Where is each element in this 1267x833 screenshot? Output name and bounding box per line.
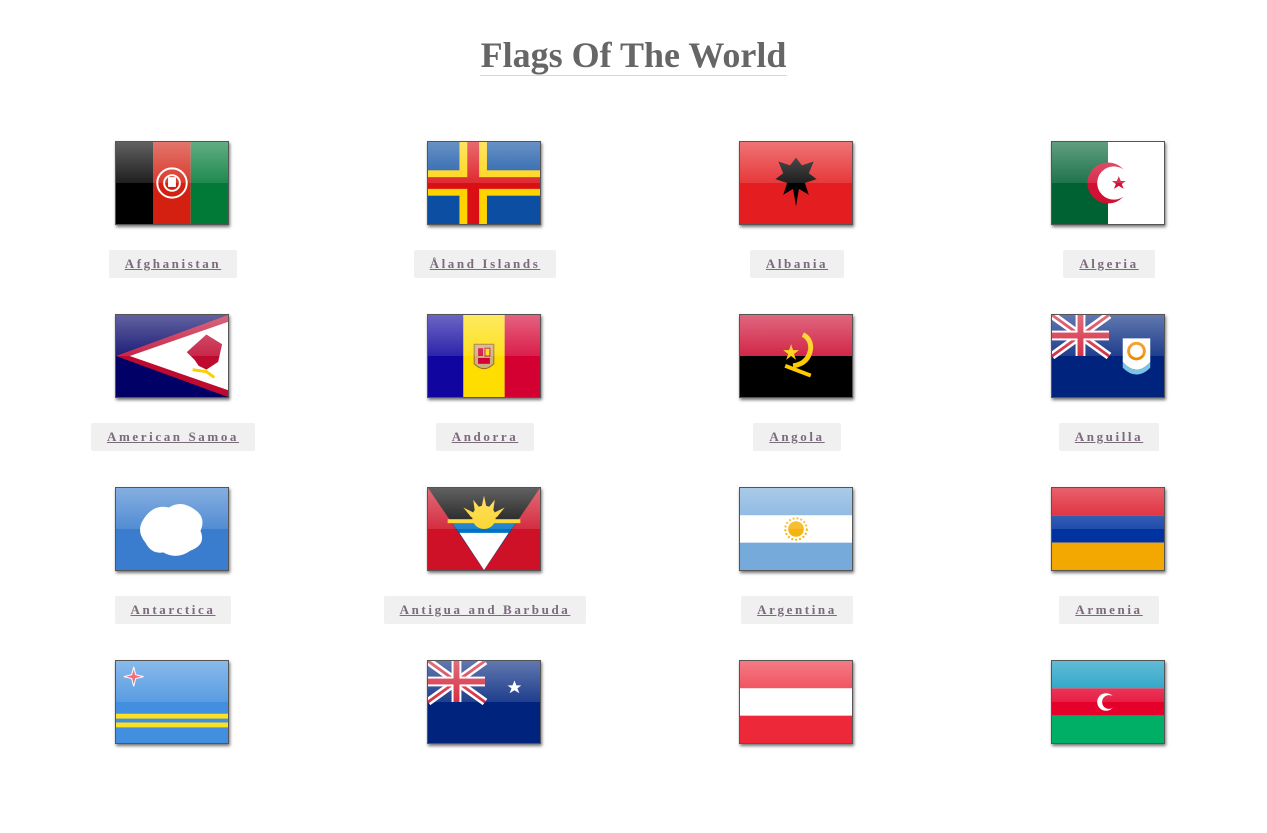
albania-flag-icon[interactable] [739, 141, 853, 225]
flag-item: Antarctica [17, 487, 329, 660]
flag-item: American Samoa [17, 314, 329, 487]
argentina-flag-icon[interactable] [739, 487, 853, 571]
algeria-flag-icon[interactable] [1051, 141, 1165, 225]
flag-item: Anguilla [953, 314, 1265, 487]
austria-flag-icon[interactable] [739, 660, 853, 744]
armenia-flag-icon[interactable] [1051, 487, 1165, 571]
country-link[interactable]: Albania [749, 250, 845, 278]
flag-item: Algeria [953, 141, 1265, 314]
country-link[interactable]: Argentina [741, 596, 853, 624]
page-title-text: Flags Of The World [479, 35, 788, 76]
flag-item [17, 660, 329, 833]
flag-item: Andorra [329, 314, 641, 487]
country-link[interactable]: Armenia [1059, 596, 1159, 624]
country-link[interactable]: American Samoa [90, 423, 256, 451]
country-link[interactable]: Antigua and Barbuda [383, 596, 587, 624]
andorra-flag-icon[interactable] [427, 314, 541, 398]
country-link[interactable]: Angola [753, 423, 841, 451]
flag-item: Åland Islands [329, 141, 641, 314]
flag-item: Antigua and Barbuda [329, 487, 641, 660]
country-link[interactable]: Anguilla [1058, 423, 1160, 451]
flag-item: Armenia [953, 487, 1265, 660]
country-link[interactable]: Åland Islands [413, 250, 557, 278]
flag-item [641, 660, 953, 833]
afghanistan-flag-icon[interactable] [115, 141, 229, 225]
flag-item [329, 660, 641, 833]
country-link[interactable]: Afghanistan [108, 250, 238, 278]
flag-item [953, 660, 1265, 833]
country-link[interactable]: Antarctica [114, 596, 232, 624]
country-link[interactable]: Andorra [435, 423, 535, 451]
american-samoa-flag-icon[interactable] [115, 314, 229, 398]
page-title: Flags Of The World [0, 33, 1267, 77]
aland-islands-flag-icon[interactable] [427, 141, 541, 225]
australia-flag-icon[interactable] [427, 660, 541, 744]
antarctica-flag-icon[interactable] [115, 487, 229, 571]
flag-item: Afghanistan [17, 141, 329, 314]
flag-item: Argentina [641, 487, 953, 660]
angola-flag-icon[interactable] [739, 314, 853, 398]
azerbaijan-flag-icon[interactable] [1051, 660, 1165, 744]
aruba-flag-icon[interactable] [115, 660, 229, 744]
anguilla-flag-icon[interactable] [1051, 314, 1165, 398]
antigua-and-barbuda-flag-icon[interactable] [427, 487, 541, 571]
flag-item: Albania [641, 141, 953, 314]
flag-item: Angola [641, 314, 953, 487]
country-link[interactable]: Algeria [1063, 250, 1155, 278]
